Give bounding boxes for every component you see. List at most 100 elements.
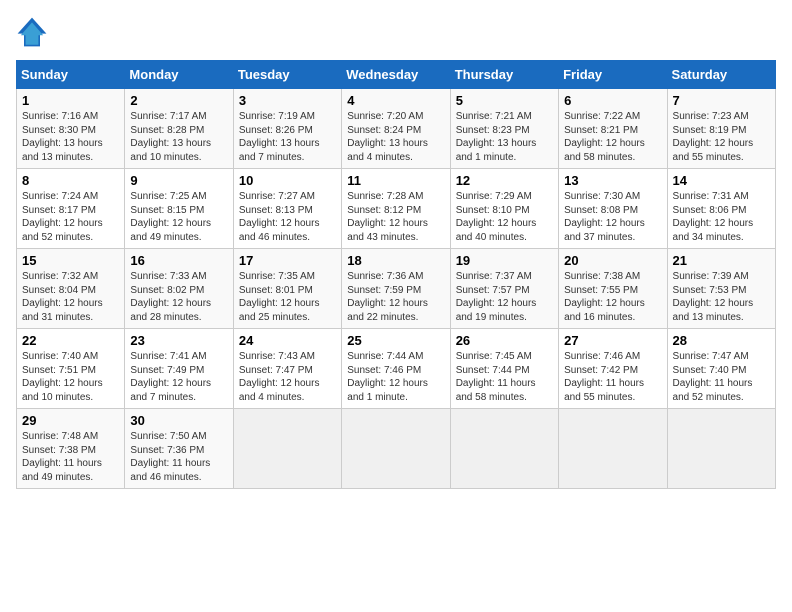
calendar-day-13: 13 Sunrise: 7:30 AM Sunset: 8:08 PM Dayli… — [559, 169, 667, 249]
day-info: Sunrise: 7:35 AM Sunset: 8:01 PM Dayligh… — [239, 270, 336, 324]
day-info: Sunrise: 7:28 AM Sunset: 8:12 PM Dayligh… — [347, 190, 444, 244]
day-number: 17 — [239, 253, 336, 268]
day-info: Sunrise: 7:22 AM Sunset: 8:21 PM Dayligh… — [564, 110, 661, 164]
col-header-wednesday: Wednesday — [342, 61, 450, 89]
day-info: Sunrise: 7:36 AM Sunset: 7:59 PM Dayligh… — [347, 270, 444, 324]
col-header-saturday: Saturday — [667, 61, 775, 89]
day-number: 11 — [347, 173, 444, 188]
empty-cell — [233, 409, 341, 489]
calendar-day-14: 14 Sunrise: 7:31 AM Sunset: 8:06 PM Dayli… — [667, 169, 775, 249]
empty-cell — [342, 409, 450, 489]
day-number: 27 — [564, 333, 661, 348]
day-info: Sunrise: 7:19 AM Sunset: 8:26 PM Dayligh… — [239, 110, 336, 164]
day-number: 22 — [22, 333, 119, 348]
day-info: Sunrise: 7:30 AM Sunset: 8:08 PM Dayligh… — [564, 190, 661, 244]
calendar-day-25: 25 Sunrise: 7:44 AM Sunset: 7:46 PM Dayli… — [342, 329, 450, 409]
col-header-thursday: Thursday — [450, 61, 558, 89]
day-info: Sunrise: 7:46 AM Sunset: 7:42 PM Dayligh… — [564, 350, 661, 404]
day-number: 15 — [22, 253, 119, 268]
day-info: Sunrise: 7:48 AM Sunset: 7:38 PM Dayligh… — [22, 430, 119, 484]
calendar-day-30: 30 Sunrise: 7:50 AM Sunset: 7:36 PM Dayli… — [125, 409, 233, 489]
day-number: 1 — [22, 93, 119, 108]
day-info: Sunrise: 7:33 AM Sunset: 8:02 PM Dayligh… — [130, 270, 227, 324]
day-number: 6 — [564, 93, 661, 108]
calendar-day-2: 2 Sunrise: 7:17 AM Sunset: 8:28 PM Daylig… — [125, 89, 233, 169]
calendar-day-4: 4Sunrise: 7:20 AM Sunset: 8:24 PM Daylig… — [342, 89, 450, 169]
day-number: 24 — [239, 333, 336, 348]
calendar-week-2: 8 Sunrise: 7:24 AM Sunset: 8:17 PM Daylig… — [17, 169, 776, 249]
day-info: Sunrise: 7:27 AM Sunset: 8:13 PM Dayligh… — [239, 190, 336, 244]
day-number: 14 — [673, 173, 770, 188]
col-header-monday: Monday — [125, 61, 233, 89]
calendar-week-3: 15 Sunrise: 7:32 AM Sunset: 8:04 PM Dayli… — [17, 249, 776, 329]
day-number: 25 — [347, 333, 444, 348]
day-info: Sunrise: 7:32 AM Sunset: 8:04 PM Dayligh… — [22, 270, 119, 324]
calendar-day-20: 20 Sunrise: 7:38 AM Sunset: 7:55 PM Dayli… — [559, 249, 667, 329]
day-number: 13 — [564, 173, 661, 188]
day-info: Sunrise: 7:17 AM Sunset: 8:28 PM Dayligh… — [130, 110, 227, 164]
day-number: 4 — [347, 93, 444, 108]
day-info: Sunrise: 7:23 AM Sunset: 8:19 PM Dayligh… — [673, 110, 770, 164]
day-number: 18 — [347, 253, 444, 268]
day-number: 30 — [130, 413, 227, 428]
calendar-day-11: 11 Sunrise: 7:28 AM Sunset: 8:12 PM Dayli… — [342, 169, 450, 249]
day-info: Sunrise: 7:45 AM Sunset: 7:44 PM Dayligh… — [456, 350, 553, 404]
calendar-day-5: 5Sunrise: 7:21 AM Sunset: 8:23 PM Daylig… — [450, 89, 558, 169]
day-info: Sunrise: 7:50 AM Sunset: 7:36 PM Dayligh… — [130, 430, 227, 484]
calendar-day-29: 29 Sunrise: 7:48 AM Sunset: 7:38 PM Dayli… — [17, 409, 125, 489]
day-number: 12 — [456, 173, 553, 188]
day-info: Sunrise: 7:25 AM Sunset: 8:15 PM Dayligh… — [130, 190, 227, 244]
calendar-day-27: 27 Sunrise: 7:46 AM Sunset: 7:42 PM Dayli… — [559, 329, 667, 409]
calendar-day-16: 16 Sunrise: 7:33 AM Sunset: 8:02 PM Dayli… — [125, 249, 233, 329]
day-number: 10 — [239, 173, 336, 188]
day-number: 16 — [130, 253, 227, 268]
calendar-day-24: 24 Sunrise: 7:43 AM Sunset: 7:47 PM Dayli… — [233, 329, 341, 409]
logo-icon — [16, 16, 48, 48]
calendar-day-6: 6 Sunrise: 7:22 AM Sunset: 8:21 PM Daylig… — [559, 89, 667, 169]
calendar-day-3: 3 Sunrise: 7:19 AM Sunset: 8:26 PM Daylig… — [233, 89, 341, 169]
day-info: Sunrise: 7:47 AM Sunset: 7:40 PM Dayligh… — [673, 350, 770, 404]
day-info: Sunrise: 7:41 AM Sunset: 7:49 PM Dayligh… — [130, 350, 227, 404]
day-number: 20 — [564, 253, 661, 268]
day-number: 19 — [456, 253, 553, 268]
calendar-week-1: 1 Sunrise: 7:16 AM Sunset: 8:30 PM Daylig… — [17, 89, 776, 169]
day-number: 29 — [22, 413, 119, 428]
day-info: Sunrise: 7:44 AM Sunset: 7:46 PM Dayligh… — [347, 350, 444, 404]
day-info: Sunrise: 7:16 AM Sunset: 8:30 PM Dayligh… — [22, 110, 119, 164]
day-info: Sunrise: 7:43 AM Sunset: 7:47 PM Dayligh… — [239, 350, 336, 404]
logo — [16, 16, 52, 48]
day-number: 28 — [673, 333, 770, 348]
day-info: Sunrise: 7:39 AM Sunset: 7:53 PM Dayligh… — [673, 270, 770, 324]
col-header-sunday: Sunday — [17, 61, 125, 89]
day-number: 7 — [673, 93, 770, 108]
calendar-week-5: 29 Sunrise: 7:48 AM Sunset: 7:38 PM Dayli… — [17, 409, 776, 489]
calendar-week-4: 22 Sunrise: 7:40 AM Sunset: 7:51 PM Dayli… — [17, 329, 776, 409]
day-number: 2 — [130, 93, 227, 108]
calendar-day-15: 15 Sunrise: 7:32 AM Sunset: 8:04 PM Dayli… — [17, 249, 125, 329]
calendar-header-row: SundayMondayTuesdayWednesdayThursdayFrid… — [17, 61, 776, 89]
day-info: Sunrise: 7:37 AM Sunset: 7:57 PM Dayligh… — [456, 270, 553, 324]
calendar-day-23: 23Sunrise: 7:41 AM Sunset: 7:49 PM Dayli… — [125, 329, 233, 409]
day-number: 9 — [130, 173, 227, 188]
page-header — [16, 16, 776, 48]
day-info: Sunrise: 7:38 AM Sunset: 7:55 PM Dayligh… — [564, 270, 661, 324]
calendar-table: SundayMondayTuesdayWednesdayThursdayFrid… — [16, 60, 776, 489]
day-number: 5 — [456, 93, 553, 108]
calendar-day-12: 12 Sunrise: 7:29 AM Sunset: 8:10 PM Dayli… — [450, 169, 558, 249]
day-number: 21 — [673, 253, 770, 268]
calendar-day-22: 22 Sunrise: 7:40 AM Sunset: 7:51 PM Dayli… — [17, 329, 125, 409]
day-info: Sunrise: 7:29 AM Sunset: 8:10 PM Dayligh… — [456, 190, 553, 244]
day-info: Sunrise: 7:24 AM Sunset: 8:17 PM Dayligh… — [22, 190, 119, 244]
col-header-friday: Friday — [559, 61, 667, 89]
calendar-day-28: 28 Sunrise: 7:47 AM Sunset: 7:40 PM Dayli… — [667, 329, 775, 409]
day-number: 8 — [22, 173, 119, 188]
empty-cell — [450, 409, 558, 489]
calendar-day-17: 17 Sunrise: 7:35 AM Sunset: 8:01 PM Dayli… — [233, 249, 341, 329]
day-number: 3 — [239, 93, 336, 108]
calendar-day-10: 10 Sunrise: 7:27 AM Sunset: 8:13 PM Dayli… — [233, 169, 341, 249]
day-info: Sunrise: 7:31 AM Sunset: 8:06 PM Dayligh… — [673, 190, 770, 244]
calendar-day-7: 7 Sunrise: 7:23 AM Sunset: 8:19 PM Daylig… — [667, 89, 775, 169]
calendar-day-8: 8 Sunrise: 7:24 AM Sunset: 8:17 PM Daylig… — [17, 169, 125, 249]
day-info: Sunrise: 7:40 AM Sunset: 7:51 PM Dayligh… — [22, 350, 119, 404]
calendar-day-18: 18 Sunrise: 7:36 AM Sunset: 7:59 PM Dayli… — [342, 249, 450, 329]
